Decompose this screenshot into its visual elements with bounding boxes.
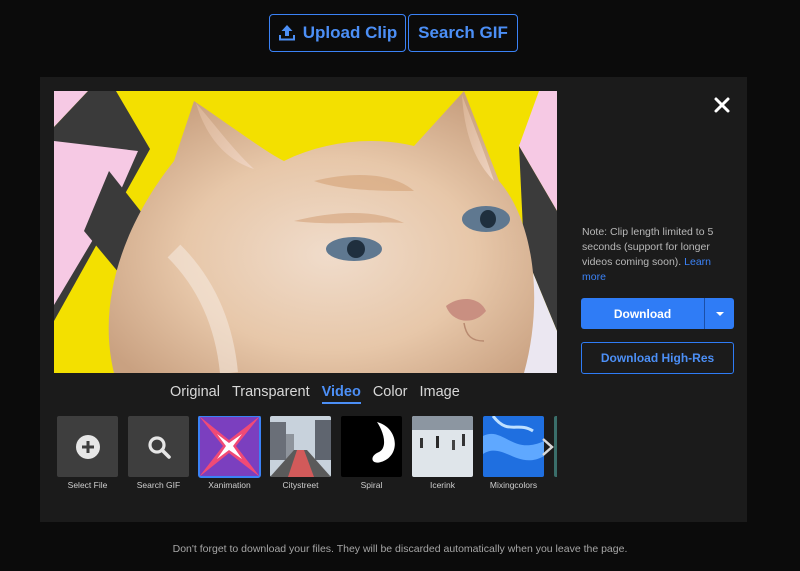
clip-length-note: Note: Clip length limited to 5 seconds (…: [582, 225, 732, 285]
thumbnail-search-gif[interactable]: Search GIF: [128, 416, 189, 490]
thumbnail-label: Mixingcolors: [489, 480, 538, 490]
upload-icon: [278, 25, 295, 41]
tab-original[interactable]: Original: [170, 384, 220, 404]
plus-circle-icon: [75, 434, 100, 459]
thumbnail-image: [128, 416, 189, 477]
download-button-group: Download: [581, 298, 734, 329]
thumbnail-image: [198, 416, 261, 478]
background-tabs: Original Transparent Video Color Image: [170, 384, 460, 404]
thumbnail-image: [341, 416, 402, 477]
thumbnail-label: Citystreet: [282, 480, 319, 490]
thumbnail-image: [57, 416, 118, 477]
thumbnail-xanimation[interactable]: Xanimation: [198, 416, 261, 490]
search-gif-button[interactable]: Search GIF: [408, 14, 518, 52]
thumbnail-label: Icerink: [429, 480, 456, 490]
thumbnail-mixingcolors[interactable]: Mixingcolors: [483, 416, 544, 490]
close-icon[interactable]: [712, 95, 732, 115]
thumbnail-label: Select File: [67, 480, 108, 490]
editor-panel: Note: Clip length limited to 5 seconds (…: [40, 77, 747, 522]
upload-clip-button[interactable]: Upload Clip: [269, 14, 406, 52]
tab-transparent[interactable]: Transparent: [232, 384, 310, 404]
thumbnail-image: [412, 416, 473, 477]
tab-color[interactable]: Color: [373, 384, 408, 404]
thumbnail-image: [270, 416, 331, 477]
chevron-right-icon[interactable]: [538, 436, 557, 458]
thumbnail-label: Xanimation: [208, 480, 251, 490]
thumbnail-image: [483, 416, 544, 477]
thumbnail-select-file[interactable]: Select File: [57, 416, 118, 490]
footer-notice: Don't forget to download your files. The…: [172, 543, 628, 555]
thumbnail-spiral[interactable]: Spiral: [341, 416, 402, 490]
thumbnail-icerink[interactable]: Icerink: [412, 416, 473, 490]
chevron-down-icon: [715, 311, 724, 316]
thumbnail-strip: Select File Search GIF Xanimation Cityst…: [57, 416, 557, 492]
download-options-button[interactable]: [704, 298, 734, 329]
magnifier-icon: [147, 435, 171, 459]
tab-image[interactable]: Image: [419, 384, 459, 404]
cat-photo: [54, 91, 557, 373]
upload-clip-label: Upload Clip: [302, 23, 398, 42]
thumbnail-citystreet[interactable]: Citystreet: [270, 416, 331, 490]
thumbnail-label: Spiral: [360, 480, 383, 490]
download-button[interactable]: Download: [581, 298, 704, 329]
thumbnail-label: Search GIF: [136, 480, 181, 490]
search-gif-label: Search GIF: [418, 23, 508, 42]
tab-video[interactable]: Video: [321, 384, 361, 404]
download-high-res-button[interactable]: Download High-Res: [581, 342, 734, 374]
preview-image: [54, 91, 557, 373]
